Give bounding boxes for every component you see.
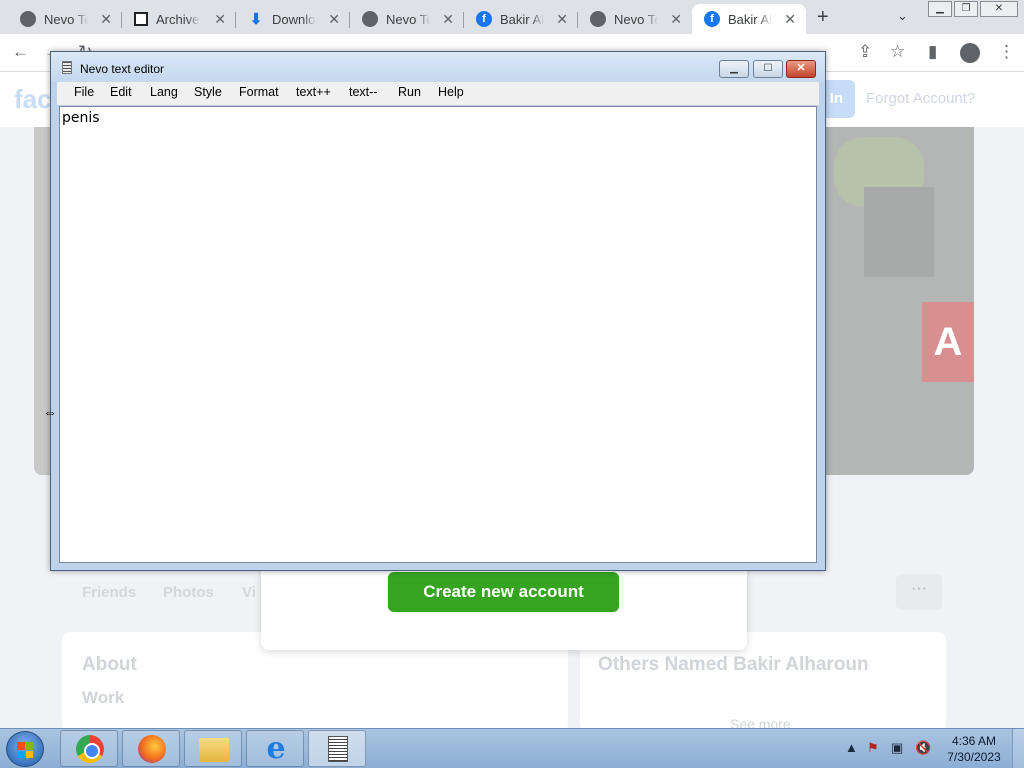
clock-date: 7/30/2023	[947, 750, 1001, 764]
minimize-icon[interactable]: ▁	[928, 1, 952, 17]
close-button[interactable]: ✕	[786, 60, 816, 78]
tray-expand-icon[interactable]: ▲	[845, 740, 858, 755]
create-account-button[interactable]: Create new account	[388, 572, 619, 612]
menu-file[interactable]: File	[74, 85, 94, 99]
nav-friends[interactable]: Friends	[82, 584, 136, 601]
tab-title: Nevo Text	[614, 11, 658, 27]
more-menu-icon[interactable]: ⋮	[998, 42, 1015, 62]
action-center-flag-icon[interactable]: ⚑	[867, 740, 879, 756]
close-tab-icon[interactable]: ✕	[670, 11, 682, 28]
editor-title: Nevo text editor	[80, 62, 165, 76]
taskbar-firefox[interactable]	[122, 730, 180, 767]
browser-tab[interactable]: Nevo Text ✕	[578, 4, 692, 34]
taskbar-clock[interactable]: 4:36 AM 7/30/2023	[944, 733, 1004, 765]
work-label: Work	[82, 688, 125, 707]
globe-icon	[590, 11, 606, 27]
forgot-account-link[interactable]: Forgot Account?	[866, 90, 975, 107]
minimize-button[interactable]: ▁	[719, 60, 749, 78]
notepad-icon	[328, 736, 348, 762]
chrome-icon	[76, 735, 104, 763]
archive-icon	[134, 12, 148, 26]
profile-avatar-icon[interactable]	[960, 43, 980, 63]
firefox-icon	[138, 735, 166, 763]
about-title: About	[82, 654, 137, 675]
cover-building	[864, 187, 934, 277]
browser-tab[interactable]: Nevo Text ✕	[350, 4, 464, 34]
close-tab-icon[interactable]: ✕	[784, 11, 796, 28]
resize-horizontal-cursor-icon: ⇔	[43, 404, 57, 420]
clock-time: 4:36 AM	[951, 734, 997, 748]
tab-title: Bakir Alharoun	[500, 11, 544, 27]
menu-style[interactable]: Style	[194, 85, 222, 99]
share-icon[interactable]: ⇪	[858, 42, 872, 62]
browser-tab[interactable]: ⬇ Downloads ✕	[236, 4, 350, 34]
side-panel-icon[interactable]: ▮	[928, 42, 937, 62]
browser-tab[interactable]: Archive.org ✕	[122, 4, 236, 34]
tab-title: Nevo Text	[386, 11, 430, 27]
facebook-icon: f	[704, 11, 720, 27]
start-button[interactable]	[6, 731, 44, 767]
editor-text-area[interactable]: penis	[59, 106, 817, 563]
new-tab-icon[interactable]: +	[817, 6, 829, 29]
browser-tabstrip: Nevo Text ✕ Archive.org ✕ ⬇ Downloads ✕ …	[0, 0, 1024, 34]
close-tab-icon[interactable]: ✕	[442, 11, 454, 28]
adobe-logo-sign: A	[922, 302, 974, 382]
volume-muted-icon[interactable]: 🔇	[915, 740, 931, 756]
download-icon: ⬇	[249, 11, 263, 28]
bookmark-star-icon[interactable]: ☆	[890, 42, 905, 62]
maximize-button[interactable]: ☐	[753, 60, 783, 78]
tab-title: Downloads	[272, 11, 316, 27]
close-window-icon[interactable]: ✕	[980, 1, 1018, 17]
show-desktop-button[interactable]	[1012, 729, 1024, 768]
nevo-editor-window: Nevo text editor ▁ ☐ ✕ File Edit Lang St…	[50, 51, 826, 571]
taskbar-chrome[interactable]	[60, 730, 118, 767]
taskbar-ie[interactable]: e	[246, 730, 304, 767]
close-tab-icon[interactable]: ✕	[556, 11, 568, 28]
globe-icon	[20, 11, 36, 27]
notepad-icon	[62, 61, 72, 74]
menu-format[interactable]: Format	[239, 85, 279, 99]
menu-edit[interactable]: Edit	[110, 85, 132, 99]
browser-tab[interactable]: f Bakir Alharoun ✕	[464, 4, 578, 34]
nav-photos[interactable]: Photos	[163, 584, 214, 601]
tab-title: Nevo Text	[44, 11, 88, 27]
windows-taskbar: e ▲ ⚑ ▣ 🔇 4:36 AM 7/30/2023	[0, 728, 1024, 768]
menu-text-increase[interactable]: text++	[296, 85, 331, 99]
network-icon[interactable]: ▣	[891, 740, 903, 756]
restore-icon[interactable]: ❐	[954, 1, 978, 17]
globe-icon	[362, 11, 378, 27]
menu-run[interactable]: Run	[398, 85, 421, 99]
facebook-icon: f	[476, 11, 492, 27]
close-tab-icon[interactable]: ✕	[100, 11, 112, 28]
browser-tab[interactable]: Nevo Text ✕	[8, 4, 122, 34]
taskbar-nevo-editor[interactable]	[308, 730, 366, 767]
menu-text-decrease[interactable]: text--	[349, 85, 377, 99]
windows-logo-icon	[17, 742, 33, 758]
tab-title: Archive.org	[156, 11, 200, 27]
menu-help[interactable]: Help	[438, 85, 464, 99]
browser-tab-active[interactable]: f Bakir Alharoun ✕	[692, 4, 806, 34]
back-icon[interactable]: ←	[12, 42, 29, 62]
system-tray: ▲ ⚑ ▣ 🔇	[843, 729, 943, 768]
chevron-down-icon[interactable]: ⌄	[897, 8, 908, 24]
more-options-button[interactable]: ···	[896, 574, 942, 610]
close-tab-icon[interactable]: ✕	[214, 11, 226, 28]
close-tab-icon[interactable]: ✕	[328, 11, 340, 28]
taskbar-explorer[interactable]	[184, 730, 242, 767]
editor-titlebar[interactable]: Nevo text editor ▁ ☐ ✕	[51, 52, 825, 82]
editor-menubar: File Edit Lang Style Format text++ text-…	[57, 82, 819, 105]
internet-explorer-icon: e	[266, 731, 286, 766]
others-title: Others Named Bakir Alharoun	[598, 654, 869, 675]
folder-icon	[199, 738, 229, 762]
tab-title: Bakir Alharoun	[728, 11, 772, 27]
nav-videos[interactable]: Vi	[242, 584, 256, 601]
menu-lang[interactable]: Lang	[150, 85, 178, 99]
